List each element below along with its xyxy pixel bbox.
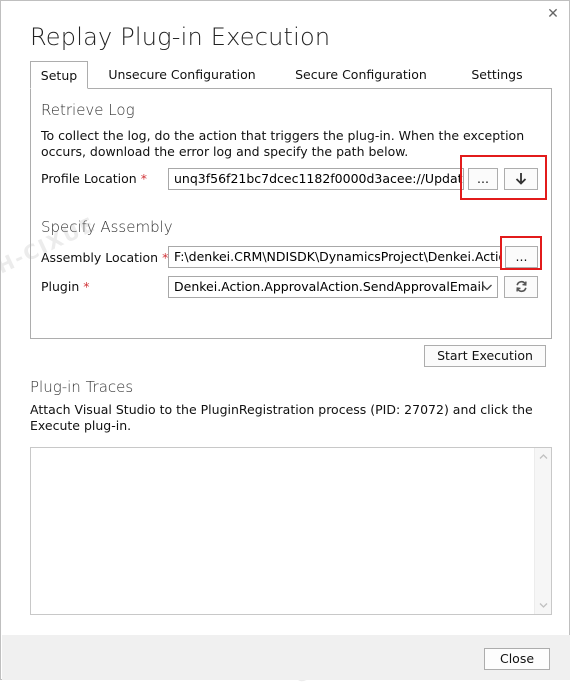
- plugin-select-value: Denkei.Action.ApprovalAction.SendApprova…: [174, 279, 485, 294]
- specify-assembly-heading: Specify Assembly: [41, 218, 173, 236]
- scroll-up-arrow-icon[interactable]: [536, 451, 551, 463]
- start-execution-button[interactable]: Start Execution: [424, 345, 546, 367]
- profile-location-input[interactable]: unq3f56f21bc7dcec1182f0000d3acee://Updat…: [168, 168, 464, 190]
- assembly-location-label: Assembly Location *: [41, 250, 168, 265]
- dialog-footer: Close: [2, 635, 570, 680]
- tab-settings[interactable]: Settings: [468, 61, 526, 89]
- plugin-traces-instructions: Attach Visual Studio to the PluginRegist…: [30, 402, 533, 433]
- setup-panel: Retrieve Log To collect the log, do the …: [30, 88, 552, 339]
- download-arrow-icon: [515, 173, 527, 185]
- dialog-title: Replay Plug-in Execution: [30, 23, 331, 51]
- replay-plugin-dialog: ✕ Replay Plug-in Execution Setup Unsecur…: [0, 0, 570, 688]
- assembly-location-label-text: Assembly Location: [41, 250, 159, 265]
- tab-setup[interactable]: Setup: [30, 61, 88, 89]
- profile-location-label: Profile Location *: [41, 171, 147, 186]
- assembly-location-input[interactable]: F:\denkei.CRM\NDISDK\DynamicsProject\Den…: [168, 246, 501, 268]
- refresh-plugins-button[interactable]: [504, 276, 538, 298]
- required-asterisk: *: [83, 279, 90, 294]
- tab-secure-configuration[interactable]: Secure Configuration: [292, 61, 430, 89]
- scroll-down-arrow-icon[interactable]: [536, 599, 551, 611]
- plugin-traces-heading: Plug-in Traces: [30, 378, 134, 396]
- plugin-traces-output[interactable]: [30, 447, 552, 615]
- tab-strip: Setup Unsecure Configuration Secure Conf…: [30, 61, 552, 89]
- profile-location-label-text: Profile Location: [41, 171, 137, 186]
- close-button[interactable]: Close: [484, 648, 550, 670]
- assembly-browse-button[interactable]: ...: [505, 246, 538, 268]
- profile-browse-button[interactable]: ...: [468, 168, 498, 190]
- plugin-label: Plugin *: [41, 279, 90, 294]
- plugin-select[interactable]: Denkei.Action.ApprovalAction.SendApprova…: [168, 276, 498, 298]
- refresh-icon: [515, 280, 527, 293]
- retrieve-log-instructions: To collect the log, do the action that t…: [41, 128, 525, 159]
- tab-unsecure-configuration[interactable]: Unsecure Configuration: [102, 61, 262, 89]
- chevron-down-icon: [482, 284, 492, 291]
- download-log-button[interactable]: [504, 168, 538, 190]
- plugin-label-text: Plugin: [41, 279, 80, 294]
- traces-scrollbar[interactable]: [534, 448, 551, 614]
- retrieve-log-heading: Retrieve Log: [41, 101, 135, 119]
- close-window-icon[interactable]: ✕: [545, 6, 561, 22]
- required-asterisk: *: [140, 171, 147, 186]
